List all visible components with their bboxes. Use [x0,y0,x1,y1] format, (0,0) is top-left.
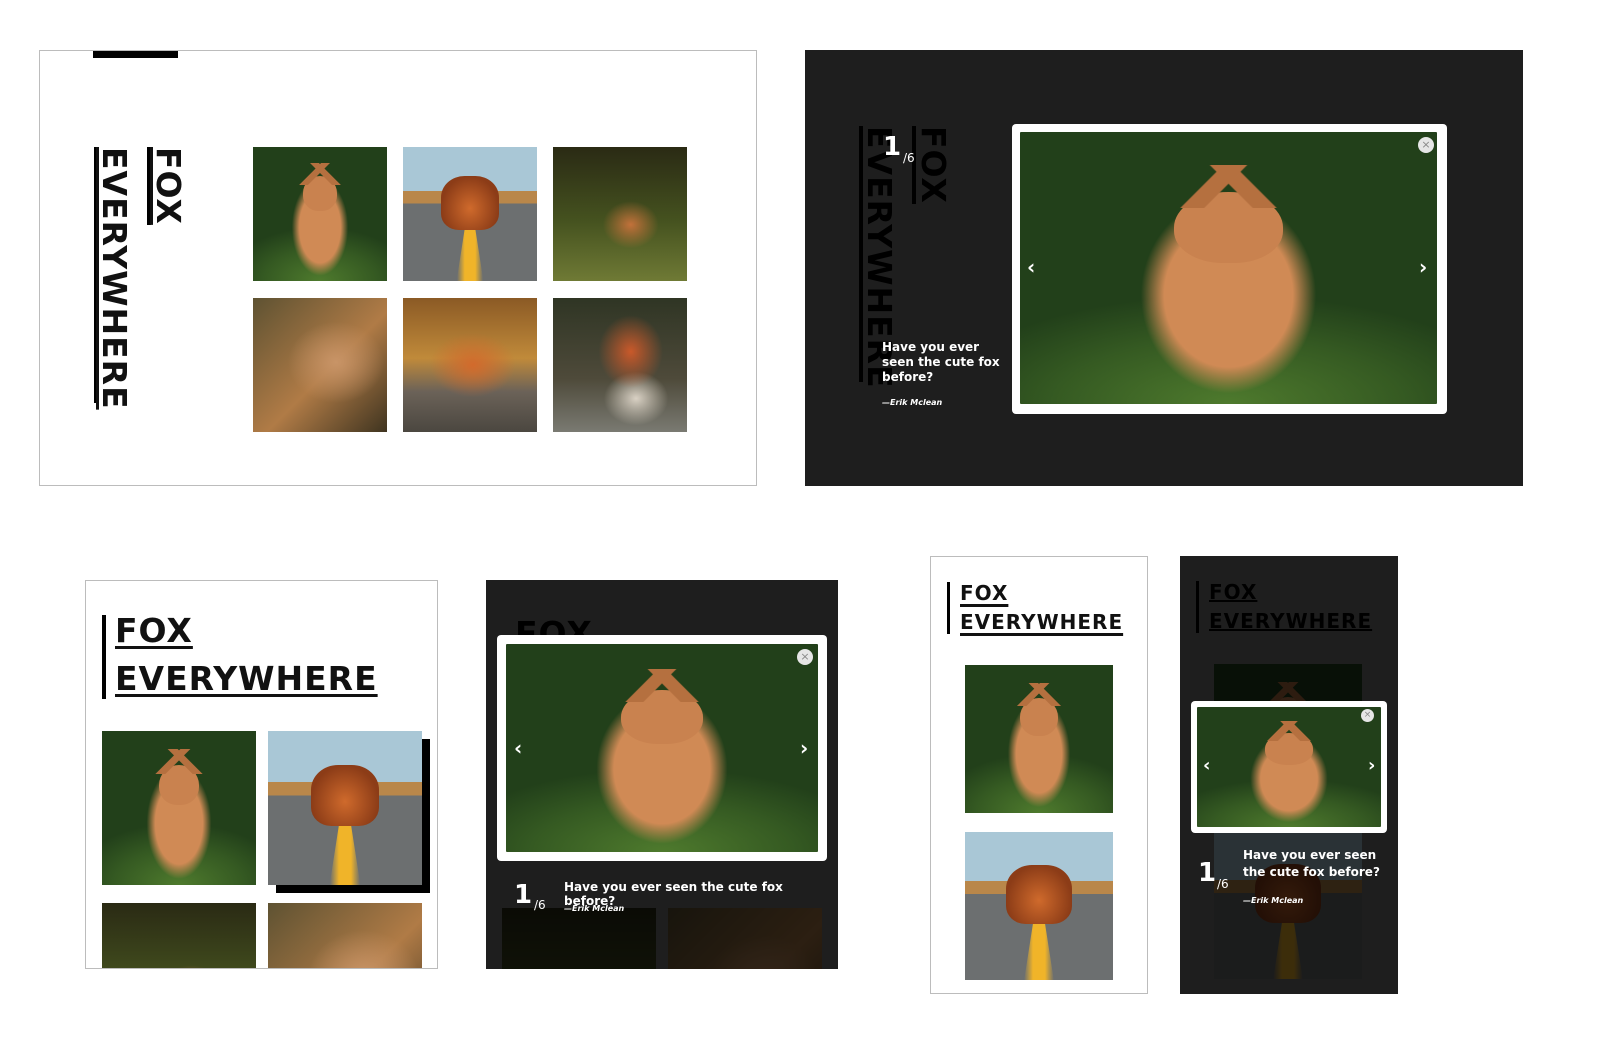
slide-counter-total: /6 [1217,877,1229,891]
title-line-2: EVERYWHERE [115,659,378,698]
gallery-photo-3[interactable] [553,147,687,281]
caption-quote-line-1: Have you ever seen [1243,848,1377,862]
title-line-1-dimmed: FOX [1209,580,1258,604]
lightbox-frame: × ‹ › [497,635,827,861]
gallery-photo-5[interactable] [403,298,537,432]
gallery-photo-4[interactable] [253,298,387,432]
caption-author: —Erik Mclean [1243,896,1304,905]
title-line-1: FOX [115,611,193,650]
lightbox-photo [506,644,818,852]
title-accent-bar [93,51,178,58]
caption-author: —Erik Mclean [882,398,943,407]
title-line-2: EVERYWHERE [960,610,1124,634]
tablet-gallery-view: FOX EVERYWHERE [85,580,438,969]
lightbox-frame: × ‹ › [1012,124,1447,414]
gallery-photo-1[interactable] [965,665,1113,813]
gallery-photo-2[interactable] [268,731,422,885]
chevron-left-icon[interactable]: ‹ [514,738,522,758]
lightbox-photo [1197,707,1381,827]
gallery-photo-dimmed-4 [668,908,822,969]
close-icon[interactable]: × [1361,709,1374,722]
chevron-left-icon[interactable]: ‹ [1203,756,1210,776]
chevron-right-icon[interactable]: › [800,738,808,758]
title-line-1: FOX [960,581,1009,605]
caption-quote-line-2: seen the cute fox [882,355,1000,369]
vertical-title: FOX EVERYWHERE [94,147,188,410]
desktop-gallery-view: FOX EVERYWHERE [39,50,757,486]
gallery-photo-3[interactable] [102,903,256,968]
title-line-1: FOX [914,126,953,204]
desktop-lightbox-view: FOX EVERYWHERE 1 /6 Have you ever seen t… [805,50,1523,486]
title-rule [947,582,950,634]
caption-quote-line-2: the cute fox before? [1243,865,1380,879]
close-icon[interactable]: × [1418,137,1434,153]
title-line-2: EVERYWHERE [95,147,134,410]
gallery-photo-1[interactable] [102,731,256,885]
title-rule [102,615,106,699]
mobile-gallery-view: FOX EVERYWHERE [930,556,1148,994]
gallery-photo-6[interactable] [553,298,687,432]
gallery-photo-4[interactable] [268,903,422,968]
slide-counter-total: /6 [534,898,546,912]
chevron-left-icon[interactable]: ‹ [1027,257,1035,277]
slide-counter-current: 1 [883,132,902,162]
title-line-1: FOX [149,147,188,225]
gallery-photo-1[interactable] [253,147,387,281]
close-icon[interactable]: × [797,649,813,665]
title-line-2-dimmed: EVERYWHERE [1209,609,1373,633]
mobile-lightbox-view: FOX EVERYWHERE × ‹ › 1 /6 Have you ever … [1180,556,1398,994]
tablet-lightbox-view: FOX × ‹ › 1 /6 Have you ever seen the cu… [486,580,838,969]
caption-quote-line-3: before? [882,370,934,384]
slide-counter-current: 1 [1198,858,1217,888]
caption-author: —Erik Mclean [564,904,625,913]
gallery-photo-2[interactable] [403,147,537,281]
slide-counter-total: /6 [903,151,915,165]
gallery-photo-2[interactable] [965,832,1113,980]
slide-counter-current: 1 [514,880,533,910]
title-rule [1196,581,1199,633]
gallery-photo-dimmed-3 [502,908,656,969]
lightbox-photo [1020,132,1437,404]
lightbox-frame: × ‹ › [1191,701,1387,833]
chevron-right-icon[interactable]: › [1419,257,1427,277]
chevron-right-icon[interactable]: › [1368,756,1375,776]
caption-quote-line-1: Have you ever [882,340,980,354]
